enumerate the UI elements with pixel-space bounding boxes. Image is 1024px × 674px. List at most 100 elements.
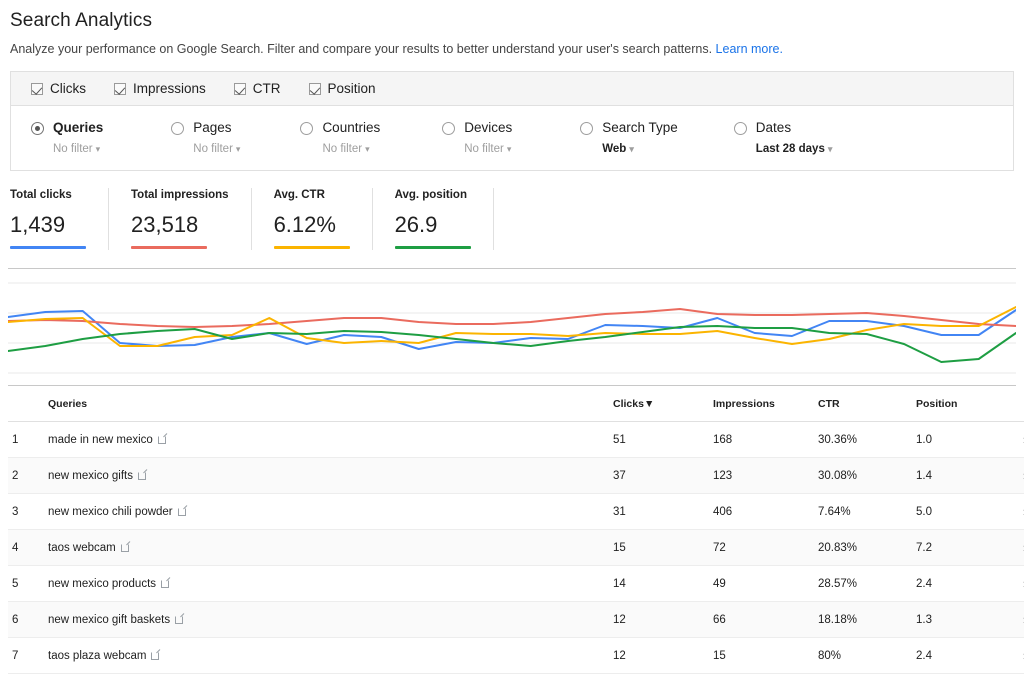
total-card-avg-ctr: Avg. CTR 6.12% (252, 188, 373, 250)
dimension-option-pages[interactable]: Pages No filter ▾ (171, 119, 240, 156)
radio-button[interactable] (442, 122, 456, 135)
checkbox-checked-icon[interactable] (308, 82, 321, 95)
table-row[interactable]: 6new mexico gift baskets 126618.18%1.3» (8, 601, 1024, 638)
row-expand-cell[interactable]: » (1006, 529, 1024, 566)
dimension-filter[interactable]: No filter ▾ (464, 142, 512, 156)
row-query-text: new mexico gifts (48, 469, 134, 482)
row-query[interactable]: new mexico gift baskets (48, 601, 613, 638)
dimension-filter[interactable]: No filter ▾ (53, 142, 103, 156)
row-expand-cell[interactable]: » (1006, 493, 1024, 530)
dimension-option-devices[interactable]: Devices No filter ▾ (442, 119, 512, 156)
metric-checkbox-label: CTR (252, 81, 281, 96)
metric-checkbox-impressions[interactable]: Impressions (114, 81, 206, 96)
metric-checkbox-label: Impressions (133, 81, 206, 96)
external-link-icon[interactable] (161, 578, 170, 588)
metric-checkbox-clicks[interactable]: Clicks (31, 81, 86, 96)
total-color-bar (273, 246, 350, 249)
radio-button[interactable] (580, 122, 594, 135)
row-index: 2 (8, 457, 48, 494)
row-position: 1.4 (916, 457, 1006, 494)
checkbox-checked-icon[interactable] (233, 82, 246, 95)
row-query-text: new mexico products (48, 577, 157, 590)
row-ctr: 20.83% (818, 529, 916, 566)
row-clicks: 12 (613, 601, 713, 638)
queries-table-container: Queries Clicks▼ Impressions CTR Position… (8, 398, 1024, 674)
external-link-icon[interactable] (175, 614, 184, 624)
checkbox-checked-icon[interactable] (31, 82, 43, 95)
dimension-filter-label: No filter (464, 143, 504, 155)
row-clicks: 51 (613, 421, 713, 458)
dimension-filter[interactable]: Web ▾ (602, 142, 678, 156)
table-header: Queries Clicks▼ Impressions CTR Position (8, 398, 1024, 422)
radio-button[interactable] (171, 122, 185, 135)
performance-chart (8, 268, 1016, 386)
metric-checkbox-position[interactable]: Position (308, 81, 376, 96)
external-link-icon[interactable] (138, 470, 147, 480)
metric-checkbox-ctr[interactable]: CTR (233, 81, 281, 96)
dimension-label: Search Type (602, 120, 678, 135)
row-expand-cell[interactable]: » (1006, 637, 1024, 674)
row-query-text: made in new mexico (48, 433, 153, 446)
queries-table: Queries Clicks▼ Impressions CTR Position… (8, 398, 1024, 674)
dimension-filter[interactable]: Last 28 days ▾ (756, 142, 833, 156)
dimension-filter[interactable]: No filter ▾ (322, 142, 380, 156)
total-color-bar (394, 246, 471, 249)
total-label: Avg. CTR (273, 189, 325, 201)
row-index: 3 (8, 493, 48, 530)
external-link-icon[interactable] (177, 506, 186, 516)
dimension-label: Queries (53, 120, 104, 135)
dimension-option-search-type[interactable]: Search Type Web ▾ (580, 119, 678, 156)
table-row[interactable]: 2new mexico gifts 3712330.08%1.4» (8, 457, 1024, 494)
external-link-icon[interactable] (120, 542, 129, 552)
row-index: 5 (8, 565, 48, 602)
header-impressions[interactable]: Impressions (713, 398, 818, 422)
dimension-filter[interactable]: No filter ▾ (193, 142, 240, 156)
row-query[interactable]: new mexico products (48, 565, 613, 602)
checkbox-checked-icon[interactable] (114, 82, 126, 95)
row-impressions: 123 (713, 457, 818, 494)
row-query[interactable]: new mexico gifts (48, 457, 613, 494)
row-query[interactable]: taos plaza webcam (48, 637, 613, 674)
radio-button[interactable] (733, 122, 747, 135)
dimension-option-queries[interactable]: Queries No filter ▾ (31, 119, 103, 156)
external-link-icon[interactable] (151, 650, 160, 660)
row-expand-cell[interactable]: » (1006, 601, 1024, 638)
external-link-icon[interactable] (157, 434, 166, 444)
dimension-option-countries[interactable]: Countries No filter ▾ (300, 119, 380, 156)
row-expand-cell[interactable]: » (1006, 565, 1024, 602)
table-body: 1made in new mexico5116830.36%1.0»2new m… (8, 421, 1024, 674)
table-row[interactable]: 3new mexico chili powder 314067.64%5.0» (8, 493, 1024, 530)
row-ctr: 7.64% (818, 493, 916, 530)
chevron-down-icon: ▾ (95, 144, 101, 154)
row-index: 6 (8, 601, 48, 638)
row-expand-cell[interactable]: » (1006, 457, 1024, 494)
dimension-label: Devices (464, 120, 513, 135)
row-query[interactable]: taos webcam (48, 529, 613, 566)
row-impressions: 72 (713, 529, 818, 566)
header-ctr[interactable]: CTR (818, 398, 916, 422)
dimension-radio-row: Queries No filter ▾ Pages No filter ▾ Countrie… (11, 106, 1013, 170)
radio-button[interactable] (31, 122, 44, 135)
header-queries[interactable]: Queries (48, 398, 613, 422)
total-value: 26.9 (394, 212, 438, 237)
table-row[interactable]: 1made in new mexico 5116830.36%1.0» (8, 421, 1024, 458)
row-clicks: 15 (613, 529, 713, 566)
chart-svg (8, 282, 1016, 374)
row-position: 2.4 (916, 565, 1006, 602)
header-position[interactable]: Position (916, 398, 1006, 422)
row-expand-cell[interactable]: » (1006, 421, 1024, 458)
total-value: 23,518 (131, 212, 199, 237)
table-row[interactable]: 5new mexico products 144928.57%2.4» (8, 565, 1024, 602)
header-clicks[interactable]: Clicks▼ (613, 398, 713, 422)
row-query[interactable]: new mexico chili powder (48, 493, 613, 530)
dimension-option-dates[interactable]: Dates Last 28 days ▾ (733, 119, 833, 156)
row-clicks: 12 (613, 637, 713, 674)
dimension-filter-label: Last 28 days (755, 143, 825, 155)
table-row[interactable]: 7taos plaza webcam 121580%2.4» (8, 637, 1024, 674)
dimension-label: Pages (193, 120, 232, 135)
row-impressions: 406 (713, 493, 818, 530)
learn-more-link[interactable]: Learn more. (716, 42, 783, 56)
table-row[interactable]: 4taos webcam 157220.83%7.2» (8, 529, 1024, 566)
row-query[interactable]: made in new mexico (48, 421, 613, 458)
radio-button[interactable] (300, 122, 314, 135)
